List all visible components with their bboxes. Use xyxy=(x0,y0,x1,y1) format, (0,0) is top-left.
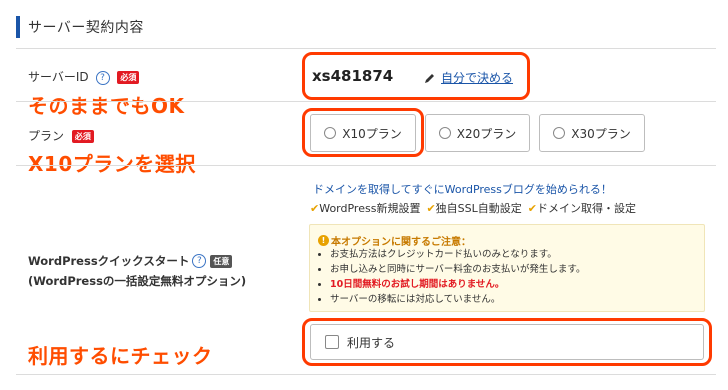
plan-option-x20[interactable]: X20プラン xyxy=(425,114,530,152)
notice-list: お支払方法はクレジットカード払いのみとなります。 お申し込みと同時にサーバー料金… xyxy=(310,247,585,307)
check-icon: ✔ xyxy=(310,202,320,215)
wp-quickstart-annotation: 利用するにチェック xyxy=(28,344,213,368)
optional-badge: 任意 xyxy=(210,254,233,268)
self-decide-link-group[interactable]: 自分で決める xyxy=(424,69,513,86)
notice-item: お申し込みと同時にサーバー料金のお支払いが発生します。 xyxy=(330,262,585,277)
notice-item: サーバーの移転には対応していません。 xyxy=(330,292,585,307)
pencil-icon xyxy=(424,72,436,84)
notice-item: お支払方法はクレジットカード払いのみとなります。 xyxy=(330,247,585,262)
check-icon: ✔ xyxy=(426,202,436,215)
divider xyxy=(16,101,716,102)
required-badge: 必須 xyxy=(117,71,140,84)
notice-box: ! 本オプションに関するご注意： お支払方法はクレジットカード払いのみとなります… xyxy=(309,224,705,312)
radio-button[interactable] xyxy=(324,127,337,139)
help-icon[interactable]: ? xyxy=(95,70,110,85)
promo-headline: ドメインを取得してすぐにWordPressブログを始められる！ xyxy=(313,183,612,196)
plan-label-group: プラン 必須 xyxy=(28,127,94,144)
plan-option-label: X10プラン xyxy=(342,126,402,141)
plan-option-x30[interactable]: X30プラン xyxy=(539,114,645,152)
use-option-checkbox-row[interactable]: 利用する xyxy=(310,324,704,360)
feature-item: ✔独自SSL自動設定 xyxy=(426,202,522,215)
section-accent-bar xyxy=(16,16,20,38)
plan-label: プラン xyxy=(28,129,65,143)
server-id-label: サーバーID xyxy=(28,70,89,84)
radio-button[interactable] xyxy=(438,127,451,139)
plan-option-label: X20プラン xyxy=(456,126,517,141)
section-title: サーバー契約内容 xyxy=(28,20,144,36)
feature-list: ✔WordPress新規設置 ✔独自SSL自動設定 ✔ドメイン取得・設定 xyxy=(310,200,636,216)
feature-item: ✔WordPress新規設置 xyxy=(310,202,421,215)
divider xyxy=(16,374,716,375)
help-icon[interactable]: ? xyxy=(192,254,207,268)
plan-annotation: X10プランを選択 xyxy=(28,152,196,176)
wp-quickstart-label-group: WordPressクイックスタート ? 任意 (WordPressの一括設定無料… xyxy=(28,253,246,289)
server-id-value: xs481874 xyxy=(312,67,394,85)
wp-quickstart-label: WordPressクイックスタート xyxy=(28,254,190,268)
check-icon: ✔ xyxy=(527,202,537,215)
checkbox-label: 利用する xyxy=(347,335,396,350)
radio-button[interactable] xyxy=(553,127,566,139)
self-decide-link[interactable]: 自分で決める xyxy=(441,69,513,86)
required-badge: 必須 xyxy=(71,130,94,143)
wp-quickstart-sublabel: (WordPressの一括設定無料オプション) xyxy=(28,274,247,288)
server-id-label-group: サーバーID ? 必須 xyxy=(28,68,140,85)
divider xyxy=(16,165,716,166)
notice-item: 10日間無料のお試し期間はありません。 xyxy=(330,277,585,292)
server-id-annotation: そのままでもOK xyxy=(28,94,185,118)
notice-title: ! 本オプションに関するご注意： xyxy=(318,233,471,248)
checkbox[interactable] xyxy=(325,335,339,349)
plan-option-label: X30プラン xyxy=(571,126,631,141)
plan-option-x10[interactable]: X10プラン xyxy=(310,114,416,152)
feature-item: ✔ドメイン取得・設定 xyxy=(527,202,636,215)
divider xyxy=(16,48,716,49)
warning-icon: ! xyxy=(318,235,329,246)
